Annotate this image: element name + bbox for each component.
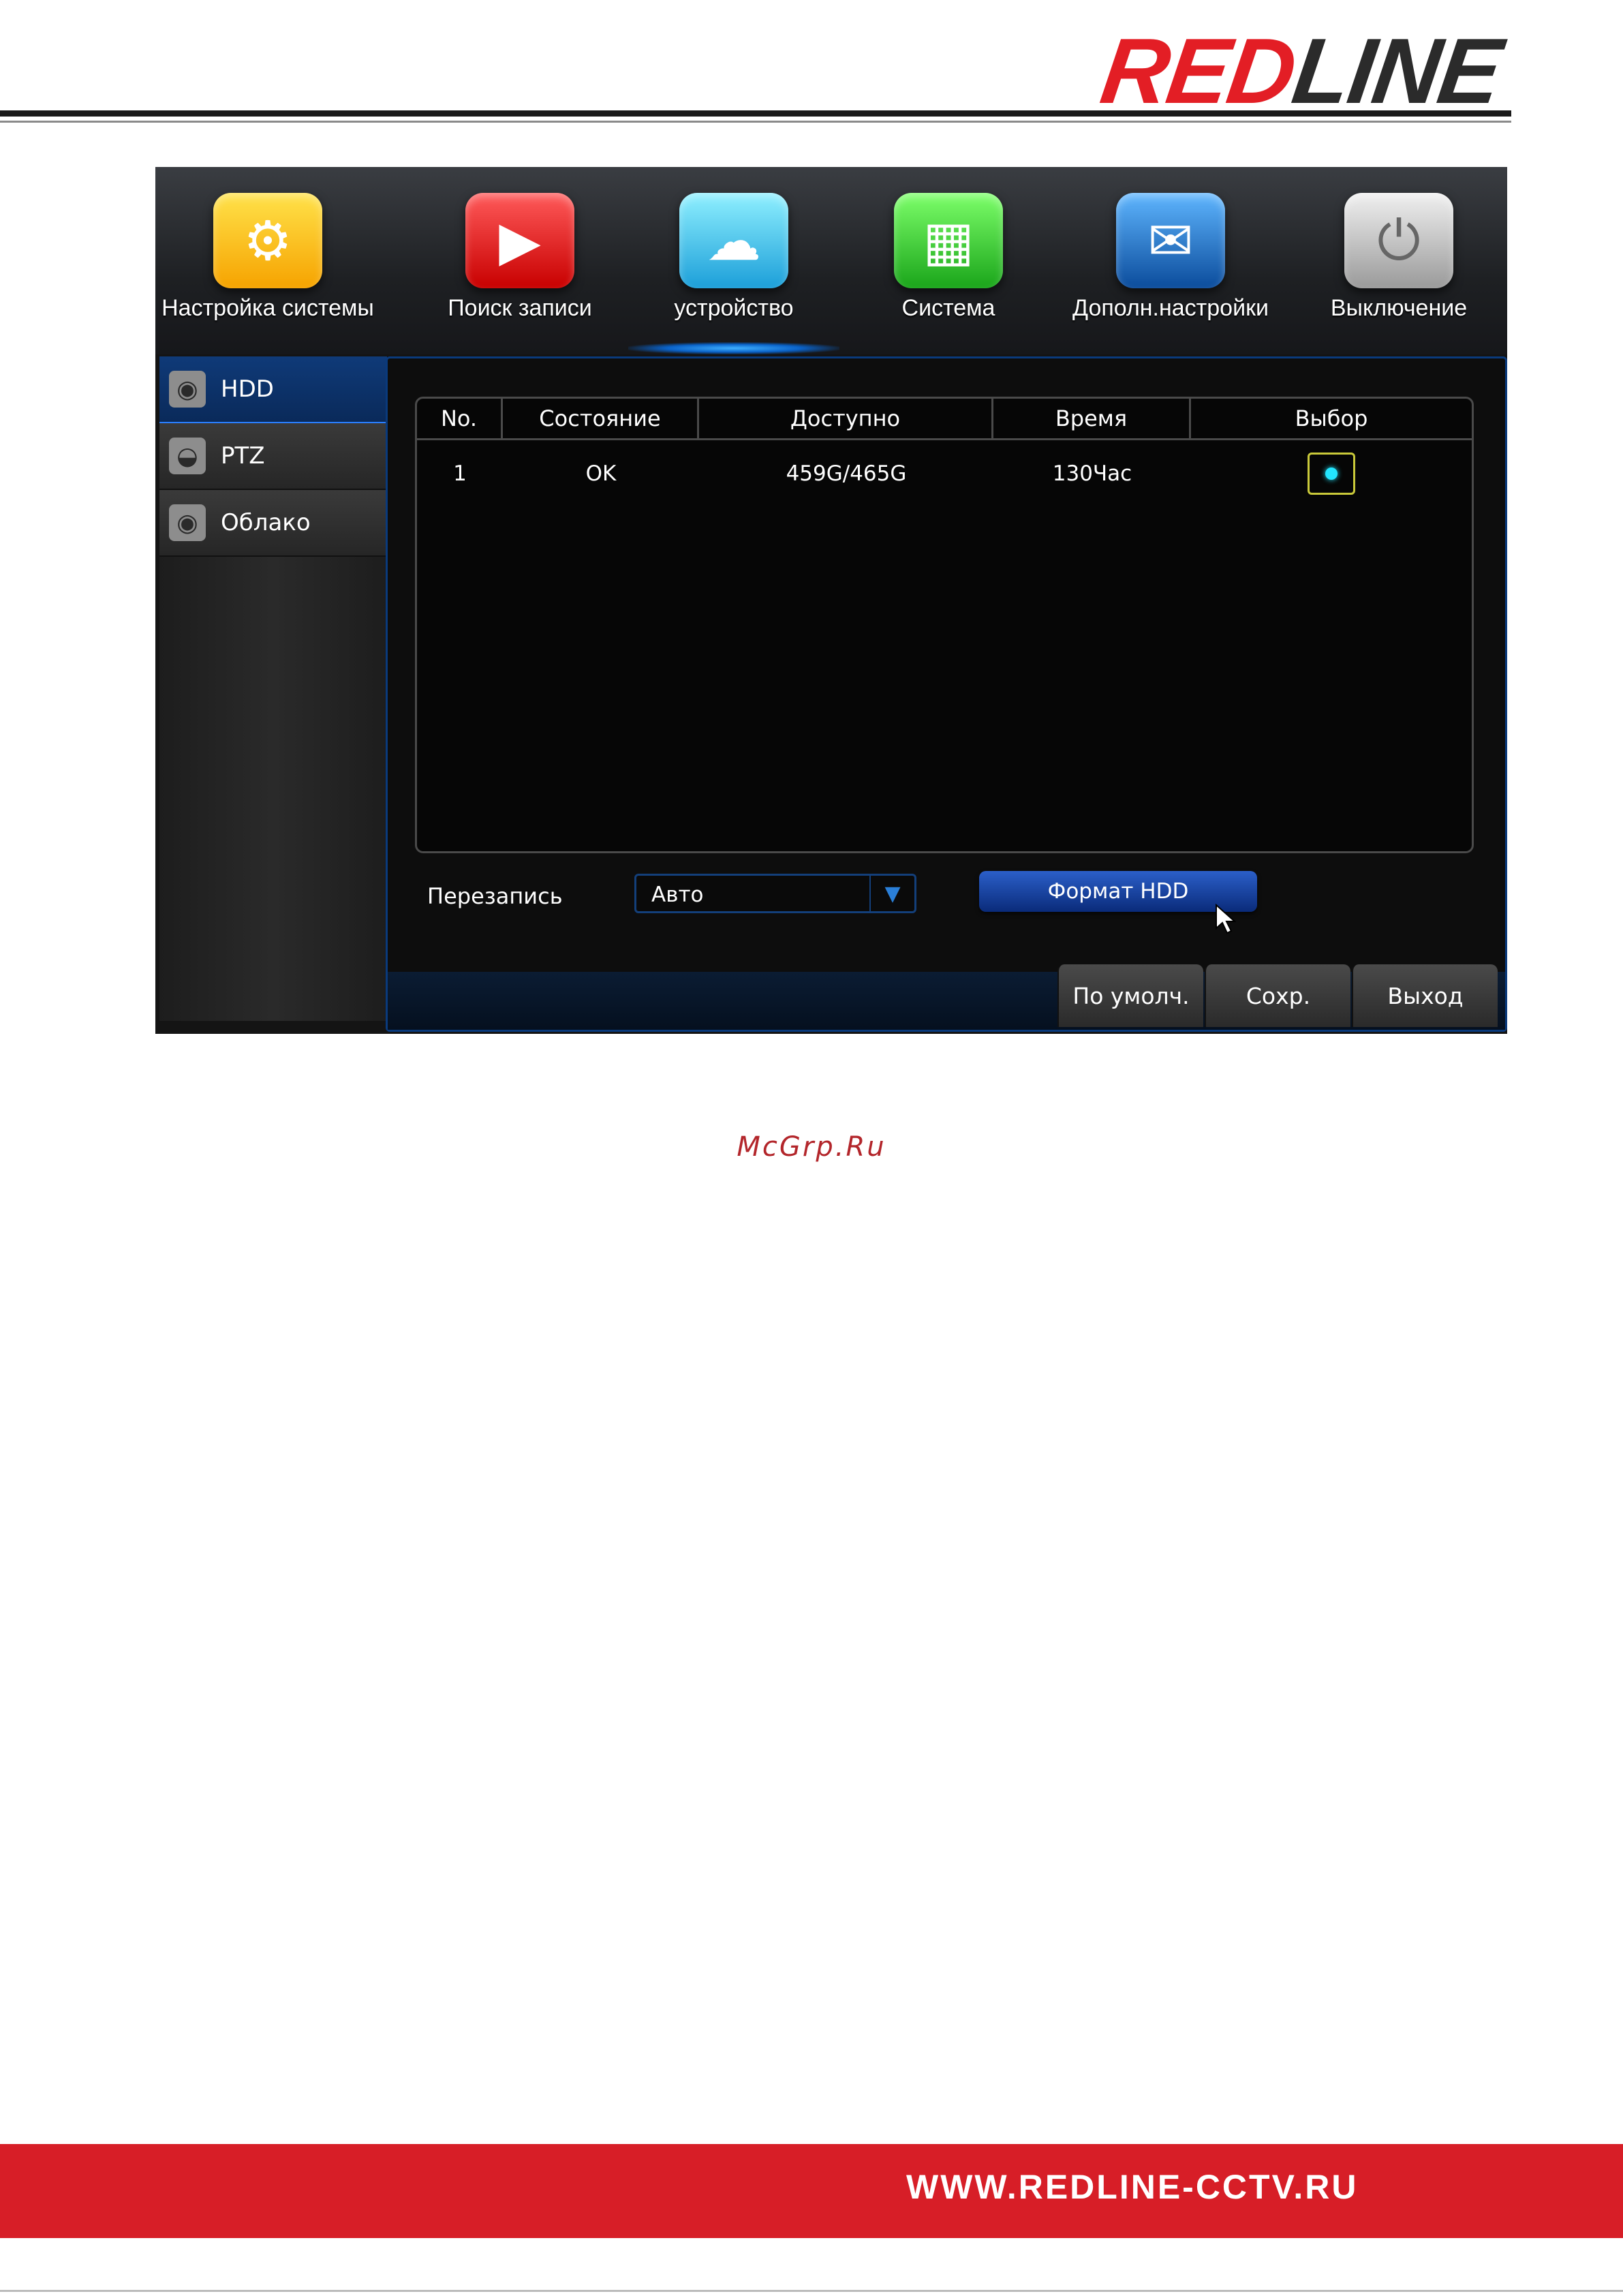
logo-dark-part: LINE bbox=[1286, 19, 1507, 123]
redline-logo: REDLINE bbox=[1095, 19, 1506, 123]
hdd-panel: No. Состояние Доступно Время Выбор 1 OK … bbox=[386, 356, 1507, 1032]
calendar-info-icon: ▦ bbox=[894, 193, 1003, 288]
dvr-screen: ⚙ Настройка системы ▶ Поиск записи ☁ уст… bbox=[155, 167, 1507, 1034]
sidebar-item-ptz[interactable]: ◒ PTZ bbox=[159, 423, 387, 490]
watermark: McGrp.Ru bbox=[737, 1131, 886, 1163]
advanced-email-icon: ✉ bbox=[1116, 193, 1225, 288]
default-button[interactable]: По умолч. bbox=[1057, 964, 1203, 1027]
logo-red-part: RED bbox=[1095, 19, 1301, 123]
col-status-header: Состояние bbox=[503, 399, 699, 438]
footer-band: WWW.REDLINE-CCTV.RU bbox=[0, 2144, 1623, 2238]
sidebar-item-label: HDD bbox=[221, 376, 274, 403]
gears-wrench-icon: ⚙ bbox=[213, 193, 322, 288]
ptz-camera-icon: ◒ bbox=[169, 438, 206, 474]
tab-label: Выключение bbox=[1330, 295, 1468, 321]
save-button[interactable]: Сохр. bbox=[1205, 964, 1350, 1027]
cell-time: 130Час bbox=[1052, 461, 1132, 486]
table-row[interactable]: 1 OK 459G/465G 130Час bbox=[417, 449, 1472, 498]
sidebar-item-hdd[interactable]: ◉ HDD bbox=[159, 356, 387, 424]
cell-status: OK bbox=[585, 461, 617, 486]
col-no-header: No. bbox=[417, 399, 503, 438]
tab-device[interactable]: ☁ устройство bbox=[628, 167, 839, 354]
header-rule-thin bbox=[0, 121, 1511, 123]
sidebar-item-cloud[interactable]: ◉ Облако bbox=[159, 490, 387, 557]
tab-label: Дополн.настройки bbox=[1072, 295, 1269, 321]
tab-system[interactable]: ▦ Система bbox=[853, 167, 1044, 354]
hdd-icon: ◉ bbox=[169, 371, 206, 408]
overwrite-label: Перезапись bbox=[427, 883, 563, 909]
overwrite-value: Авто bbox=[651, 883, 704, 907]
cloud-server-icon: ☁ bbox=[679, 193, 788, 288]
video-search-icon: ▶ bbox=[465, 193, 574, 288]
tab-label: Настройка системы bbox=[161, 295, 374, 321]
power-icon: ⏻ bbox=[1344, 193, 1453, 288]
hdd-table: No. Состояние Доступно Время Выбор 1 OK … bbox=[415, 397, 1474, 853]
table-header: No. Состояние Доступно Время Выбор bbox=[417, 399, 1472, 440]
top-menu-bar: ⚙ Настройка системы ▶ Поиск записи ☁ уст… bbox=[155, 167, 1507, 354]
select-checkbox[interactable] bbox=[1308, 453, 1355, 495]
sidebar: ◉ HDD ◒ PTZ ◉ Облако bbox=[159, 356, 387, 1021]
exit-button[interactable]: Выход bbox=[1352, 964, 1498, 1027]
tab-label: Система bbox=[901, 295, 995, 321]
cell-select bbox=[1191, 449, 1472, 498]
selected-indicator bbox=[1325, 468, 1338, 480]
cell-no: 1 bbox=[453, 461, 467, 486]
sidebar-item-label: PTZ bbox=[221, 442, 265, 470]
overwrite-dropdown[interactable]: Авто ▼ bbox=[634, 874, 916, 913]
chevron-down-icon[interactable]: ▼ bbox=[869, 876, 914, 911]
tab-label: Поиск записи bbox=[448, 295, 592, 321]
col-time-header: Время bbox=[993, 399, 1191, 438]
tab-label: устройство bbox=[674, 295, 794, 321]
footer-url[interactable]: WWW.REDLINE-CCTV.RU bbox=[906, 2167, 1358, 2207]
sidebar-item-label: Облако bbox=[221, 509, 311, 536]
tab-record-search[interactable]: ▶ Поиск записи bbox=[421, 167, 619, 354]
header-rule bbox=[0, 110, 1511, 117]
cell-available: 459G/465G bbox=[786, 461, 907, 486]
tab-shutdown[interactable]: ⏻ Выключение bbox=[1314, 167, 1484, 354]
tab-advanced-settings[interactable]: ✉ Дополн.настройки bbox=[1055, 167, 1286, 354]
footer-rule bbox=[0, 2290, 1623, 2292]
mouse-cursor-icon bbox=[1216, 904, 1237, 934]
cloud-hdd-icon: ◉ bbox=[169, 504, 206, 541]
tab-system-settings[interactable]: ⚙ Настройка системы bbox=[155, 167, 380, 354]
col-available-header: Доступно bbox=[699, 399, 993, 438]
col-select-header: Выбор bbox=[1295, 405, 1368, 431]
